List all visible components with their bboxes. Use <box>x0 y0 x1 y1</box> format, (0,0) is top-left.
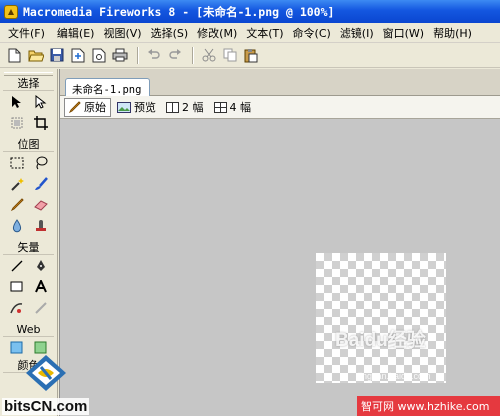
subselection-tool-icon[interactable] <box>32 93 50 111</box>
view-4up-label: 4 幅 <box>229 101 252 114</box>
document-canvas[interactable] <box>316 253 446 383</box>
baidu-watermark: Baidu经验 <box>335 330 426 351</box>
title-bar: Macromedia Fireworks 8 - [未命名-1.png @ 10… <box>0 0 500 23</box>
bitscn-logo-icon <box>26 355 66 391</box>
pointer-tool-icon[interactable] <box>8 93 26 111</box>
view-original-button[interactable]: 原始 <box>64 97 111 117</box>
section-web-label: Web <box>3 322 54 337</box>
toolbar-separator <box>137 46 138 64</box>
preview-image-icon <box>117 101 131 113</box>
menu-commands[interactable]: 命令(C) <box>290 25 334 41</box>
document-tab[interactable]: 未命名-1.png <box>65 78 150 97</box>
copy-icon[interactable] <box>220 46 239 65</box>
rubber-stamp-tool-icon[interactable] <box>32 217 50 235</box>
two-up-icon <box>166 101 179 113</box>
crop-tool-icon[interactable] <box>32 114 50 132</box>
hzhike-watermark: 智可网 www.hzhike.com <box>357 396 500 416</box>
menu-file[interactable]: 文件(F) <box>5 25 48 41</box>
view-2up-button[interactable]: 2 幅 <box>163 98 208 117</box>
document-area: 未命名-1.png 原始 预览 2 幅 4 幅 <box>59 69 500 416</box>
menu-edit[interactable]: 编辑(E) <box>54 25 98 41</box>
menu-text[interactable]: 文本(T) <box>243 25 286 41</box>
print-icon[interactable] <box>110 46 129 65</box>
menu-window[interactable]: 窗口(W) <box>380 25 427 41</box>
open-file-icon[interactable] <box>26 46 45 65</box>
baidu-url-watermark: jingyan.baidu.com <box>358 371 431 381</box>
paste-icon[interactable] <box>241 46 260 65</box>
section-bitmap-label: 位图 <box>3 137 54 152</box>
freeform-tool-icon[interactable] <box>8 299 26 317</box>
view-bar: 原始 预览 2 幅 4 幅 <box>60 96 500 119</box>
blur-tool-icon[interactable] <box>8 217 26 235</box>
rectangle-tool-icon[interactable] <box>8 278 26 296</box>
brush-tool-icon[interactable] <box>32 175 50 193</box>
cut-icon[interactable] <box>199 46 218 65</box>
undo-icon[interactable] <box>144 46 163 65</box>
toolbar-separator <box>192 46 193 64</box>
text-tool-icon[interactable] <box>32 278 50 296</box>
section-select-label: 选择 <box>3 76 54 91</box>
bitscn-watermark: bitsCN.com <box>2 353 92 416</box>
line-tool-icon[interactable] <box>8 257 26 275</box>
window-title: Macromedia Fireworks 8 - [未命名-1.png @ 10… <box>23 4 335 19</box>
menu-bar: 文件(F) 编辑(E) 视图(V) 选择(S) 修改(M) 文本(T) 命令(C… <box>0 23 500 43</box>
save-icon[interactable] <box>47 46 66 65</box>
new-file-icon[interactable] <box>5 46 24 65</box>
view-2up-label: 2 幅 <box>182 101 204 114</box>
lasso-tool-icon[interactable] <box>32 154 50 172</box>
menu-help[interactable]: 帮助(H) <box>430 25 475 41</box>
main-toolbar <box>0 43 500 68</box>
menu-view[interactable]: 视图(V) <box>100 25 144 41</box>
bitscn-text: bitsCN.com <box>2 398 90 415</box>
redo-icon[interactable] <box>165 46 184 65</box>
menu-filters[interactable]: 滤镜(I) <box>337 25 377 41</box>
scale-tool-icon[interactable] <box>8 114 26 132</box>
menu-select[interactable]: 选择(S) <box>148 25 192 41</box>
view-original-label: 原始 <box>84 101 106 114</box>
view-preview-label: 预览 <box>134 101 156 114</box>
menu-modify[interactable]: 修改(M) <box>194 25 240 41</box>
eraser-tool-icon[interactable] <box>32 196 50 214</box>
marquee-tool-icon[interactable] <box>8 154 26 172</box>
knife-tool-icon[interactable] <box>32 299 50 317</box>
pen-tool-icon[interactable] <box>32 257 50 275</box>
import-icon[interactable] <box>68 46 87 65</box>
magic-wand-tool-icon[interactable] <box>8 175 26 193</box>
pencil-tool-icon[interactable] <box>8 196 26 214</box>
four-up-icon <box>213 101 227 113</box>
export-icon[interactable] <box>89 46 108 65</box>
view-4up-button[interactable]: 4 幅 <box>211 98 256 117</box>
document-tab-strip: 未命名-1.png <box>60 69 500 97</box>
pencil-icon <box>68 100 81 113</box>
view-preview-button[interactable]: 预览 <box>114 98 160 117</box>
fireworks-app-icon <box>4 4 18 19</box>
section-vector-label: 矢量 <box>3 240 54 255</box>
